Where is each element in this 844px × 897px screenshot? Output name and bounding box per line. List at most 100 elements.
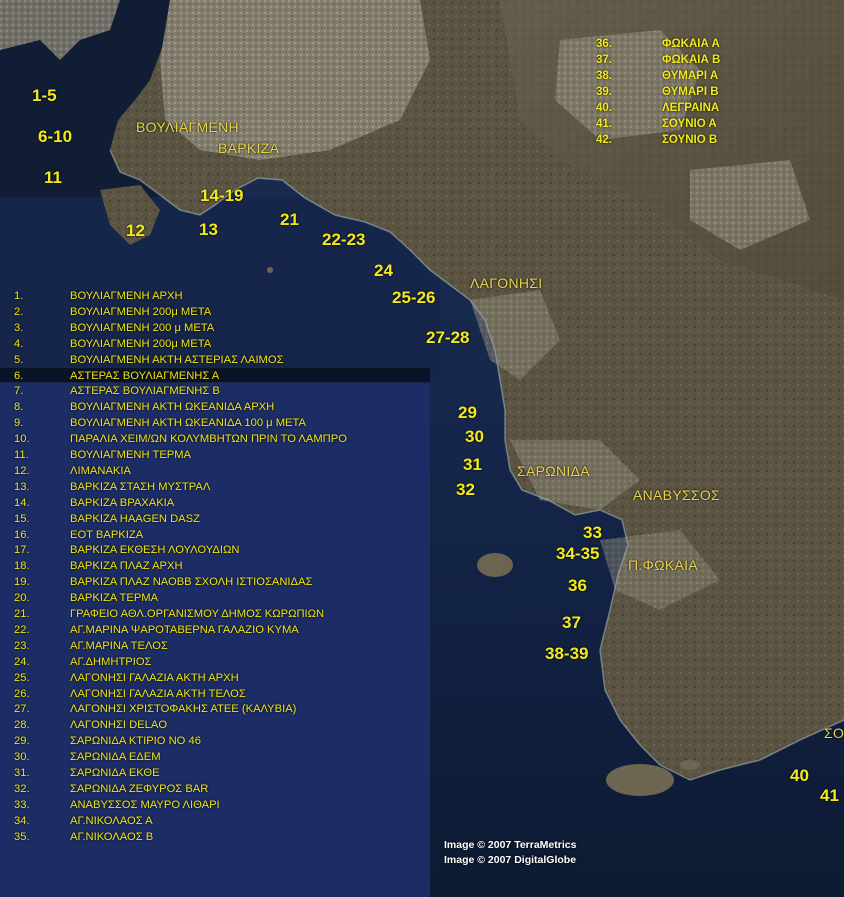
legend-beach-name: ΣΑΡΩΝΙΔΑ ΕΚΘΕ [70,767,160,779]
legend-number: 32. [14,782,30,795]
legend-beach-name: ΣΟΥΝΙΟ Α [662,118,717,130]
legend-number: 34. [14,814,30,827]
legend-number: 10. [14,433,30,446]
legend-number: 1. [14,290,24,302]
marker-37: 37 [562,613,581,632]
legend-beach-name: ΑΣΤΕΡΑΣ ΒΟΥΛΙΑΓΜΕΝΗΣ Α [70,369,220,382]
legend-beach-name: ΒΑΡΚΙΖΑ HAAGEN DASZ [70,512,200,525]
place-vouliagmeni: ΒΟΥΛΙΑΓΜΕΝΗ [136,119,239,135]
legend-beach-name: ΒΑΡΚΙΖΑ ΤΕΡΜΑ [70,592,159,605]
legend-beach-name: ΒΑΡΚΙΖΑ ΠΛΑΖ ΝΑΟΒΒ ΣΧΟΛΗ ΙΣΤΙΟΣΑΝΙΔΑΣ [70,576,313,589]
legend-number: 27. [14,703,30,716]
marker-22-23: 22-23 [322,230,366,249]
legend-number: 14. [14,496,30,509]
legend-beach-name: ΑΣΤΕΡΑΣ ΒΟΥΛΙΑΓΜΕΝΗΣ Β [70,385,220,398]
legend-number: 28. [14,719,30,732]
legend-number: 3. [14,321,24,334]
legend-number: 26. [14,687,30,700]
legend-beach-name: ΑΓ.ΔΗΜΗΤΡΙΟΣ [70,655,152,668]
legend-number: 18. [14,560,30,573]
marker-6-10: 6-10 [38,127,73,146]
legend-beach-name: ΛΙΜΑΝΑΚΙΑ [70,464,131,477]
legend-beach-name: ΑΓ.ΝΙΚΟΛΑΟΣ Β [70,830,154,843]
legend-number: 16. [14,528,30,541]
legend-number: 12. [14,464,30,477]
legend-beach-name: ΒΑΡΚΙΖΑ ΕΚΘΕΣΗ ΛΟΥΛΟΥΔΙΩΝ [70,544,240,557]
legend-beach-name: ΕΟΤ ΒΑΡΚΙΖΑ [70,528,144,541]
legend-number: 41. [596,118,612,130]
legend-beach-name: ΒΟΥΛΙΑΓΜΕΝΗ ΤΕΡΜΑ [70,449,192,461]
legend-number: 23. [14,639,30,652]
legend-number: 8. [14,401,24,414]
legend-beach-name: ΒΑΡΚΙΖΑ ΠΛΑΖ ΑΡΧΗ [70,560,183,573]
legend-beach-name: ΒΟΥΛΙΑΓΜΕΝΗ 200μ ΜΕΤΑ [70,305,212,318]
legend-beach-name: ΒΟΥΛΙΑΓΜΕΝΗ ΑΚΤΗ ΑΣΤΕΡΙΑΣ ΛΑΙΜΟΣ [70,353,284,366]
legend-beach-name: ΑΓ.ΜΑΡΙΝΑ ΤΕΛΟΣ [70,639,168,652]
legend-beach-name: ΘΥΜΑΡΙ Β [662,86,719,98]
marker-11: 11 [44,168,62,187]
marker-27-28: 27-28 [426,328,470,347]
legend-number: 6. [14,369,24,382]
legend-beach-name: ΒΑΡΚΙΖΑ ΒΡΑΧΑΚΙΑ [70,496,175,509]
legend-number: 42. [596,134,612,146]
legend-number: 4. [14,337,24,350]
marker-38-39: 38-39 [545,644,589,663]
legend-beach-name: ΒΟΥΛΙΑΓΜΕΝΗ ΑΚΤΗ ΩΚΕΑΝΙΔΑ 100 μ ΜΕΤΑ [70,417,306,430]
legend-beach-name: ΑΓ.ΜΑΡΙΝΑ ΨΑΡΟΤΑΒΕΡΝΑ ΓΑΛΑΖΙΟ ΚΥΜΑ [70,623,299,636]
legend-beach-name: ΛΑΓΟΝΗΣΙ ΓΑΛΑΖΙΑ ΑΚΤΗ ΤΕΛΟΣ [70,687,246,700]
place-sounio-partial: ΣΟ [824,725,844,741]
legend-number: 30. [14,751,30,764]
legend-beach-name: ΒΟΥΛΙΑΓΜΕΝΗ 200 μ ΜΕΤΑ [70,321,215,334]
legend-number: 17. [14,544,30,557]
marker-33: 33 [583,523,602,542]
marker-13: 13 [199,220,218,239]
legend-number: 37. [596,54,612,66]
legend-number: 24. [14,655,30,668]
legend-beach-name: ΣΟΥΝΙΟ Β [662,134,718,146]
legend-number: 11. [14,449,29,461]
legend-beach-name: ΒΑΡΚΙΖΑ ΣΤΑΣΗ ΜΥΣΤΡΑΛ [70,480,211,493]
marker-31: 31 [463,455,482,474]
marker-1-5: 1-5 [32,86,57,105]
legend-number: 36. [596,38,612,50]
legend-number: 13. [14,480,30,493]
legend-number: 15. [14,512,30,525]
legend-number: 19. [14,576,30,589]
place-anavyssos: ΑΝΑΒΥΣΣΟΣ [633,487,721,503]
legend-beach-name: ΒΟΥΛΙΑΓΜΕΝΗ 200μ ΜΕΤΑ [70,337,212,350]
marker-24: 24 [374,261,393,280]
credit-digitalglobe: Image © 2007 DigitalGlobe [444,854,577,866]
place-lagonisi: ΛΑΓΟΝΗΣΙ [470,275,543,291]
marker-30: 30 [465,427,484,446]
legend-beach-name: ΘΥΜΑΡΙ Α [662,70,719,82]
legend-beach-name: ΒΟΥΛΙΑΓΜΕΝΗ ΑΡΧΗ [70,290,183,302]
legend-number: 38. [596,70,612,82]
legend-beach-name: ΑΝΑΒΥΣΣΟΣ ΜΑΥΡΟ ΛΙΘΑΡΙ [70,798,220,811]
imagery-credits: Image © 2007 TerraMetrics Image © 2007 D… [444,838,576,868]
legend-number: 21. [14,608,30,620]
marker-12: 12 [126,221,145,240]
marker-14-19: 14-19 [200,186,244,205]
legend-number: 5. [14,353,24,366]
legend-number: 22. [14,623,30,636]
marker-34-35: 34-35 [556,544,600,563]
legend-beach-name: ΠΑΡΑΛΙΑ ΧΕΙΜ/ΩΝ ΚΟΛΥΜΒΗΤΩΝ ΠΡΙΝ ΤΟ ΛΑΜΠΡ… [70,433,347,446]
legend-number: 7. [14,385,24,398]
legend-number: 25. [14,671,30,684]
place-saronida: ΣΑΡΩΝΙΔΑ [517,463,590,479]
legend-number: 39. [596,86,612,98]
legend-number: 33. [14,798,30,811]
legend-number: 40. [596,102,612,114]
legend-number: 29. [14,735,30,748]
legend-beach-name: ΦΩΚΑΙΑ Β [662,54,721,66]
legend-beach-name: ΛΑΓΟΝΗΣΙ ΧΡΙΣΤΟΦΑΚΗΣ ΑΤΕΕ (ΚΑΛΥΒΙΑ) [70,703,297,716]
credit-terrametrics: Image © 2007 TerraMetrics [444,839,577,851]
place-varkiza: ΒΑΡΚΙΖΑ [218,140,280,156]
legend-beach-name: ΑΓ.ΝΙΚΟΛΑΟΣ Α [70,814,153,827]
legend-beach-name: ΛΑΓΟΝΗΣΙ ΓΑΛΑΖΙΑ ΑΚΤΗ ΑΡΧΗ [70,671,239,684]
legend-beach-name: ΣΑΡΩΝΙΔΑ ΕΔΕΜ [70,751,161,764]
legend-beach-name: ΛΕΓΡΑΙΝΑ [662,102,720,114]
legend-number: 2. [14,305,24,318]
legend-beach-name: ΣΑΡΩΝΙΔΑ ΚΤΙΡΙΟ ΝΟ 46 [70,735,201,748]
marker-41: 41 [820,786,839,805]
